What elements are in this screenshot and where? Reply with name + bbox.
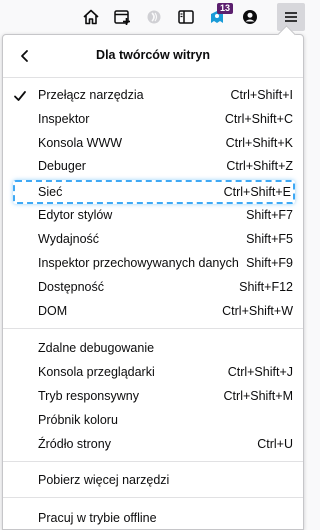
menu-item-label: Sieć <box>38 185 63 199</box>
menu-item-shortcut: Ctrl+Shift+I <box>230 88 293 102</box>
menu-item-shortcut: Shift+F7 <box>246 208 293 222</box>
account-icon[interactable] <box>236 3 264 31</box>
menu-item-shortcut: Ctrl+Shift+J <box>227 365 293 379</box>
menu-item-responsive-mode[interactable]: Tryb responsywny Ctrl+Shift+M <box>3 385 303 408</box>
checkmark-icon <box>13 84 29 107</box>
notification-icon[interactable]: 13 <box>203 3 234 31</box>
menu-item-label: Zdalne debugowanie <box>38 341 155 355</box>
panel-title: Dla twórców witryn <box>96 48 210 62</box>
menu-item-performance[interactable]: Wydajność Shift+F5 <box>3 228 303 251</box>
separator <box>3 328 303 329</box>
web-developer-panel: Dla twórców witryn Przełącz narzędzia Ct… <box>2 25 304 530</box>
menu-item-work-offline[interactable]: Pracuj w trybie offline <box>3 507 303 530</box>
menu-item-storage-inspector[interactable]: Inspektor przechowywanych danych Shift+F… <box>3 252 303 275</box>
menu-item-shortcut: Ctrl+Shift+K <box>225 136 293 150</box>
menu-item-inspector[interactable]: Inspektor Ctrl+Shift+C <box>3 108 303 131</box>
menu-item-label: Konsola WWW <box>38 136 123 150</box>
menu-item-label: Dostępność <box>38 280 105 294</box>
menu-item-debugger[interactable]: Debuger Ctrl+Shift+Z <box>3 155 303 178</box>
menu-item-label: Przełącz narzędzia <box>38 88 144 102</box>
menu-item-shortcut: Ctrl+Shift+M <box>223 389 293 403</box>
menu-item-shortcut: Shift+F12 <box>239 280 293 294</box>
menu-item-label: Pracuj w trybie offline <box>38 511 157 525</box>
menu-item-label: Konsola przeglądarki <box>38 365 155 379</box>
menu-item-eyedropper[interactable]: Próbnik koloru <box>3 409 303 432</box>
menu-item-dom[interactable]: DOM Ctrl+Shift+W <box>3 300 303 323</box>
panel-header: Dla twórców witryn <box>3 35 303 77</box>
menu-item-label: Inspektor <box>38 112 90 126</box>
menu-item-shortcut: Ctrl+U <box>257 437 293 451</box>
extension-icon[interactable] <box>140 3 168 31</box>
menu-item-label: Tryb responsywny <box>38 389 139 403</box>
menu-item-toggle-tools[interactable]: Przełącz narzędzia Ctrl+Shift+I <box>3 84 303 107</box>
notification-badge: 13 <box>217 3 234 14</box>
menu-item-shortcut: Ctrl+Shift+E <box>223 185 291 199</box>
menu-item-shortcut: Shift+F9 <box>246 256 293 270</box>
menu-item-label: Debuger <box>38 159 86 173</box>
menu-item-web-console[interactable]: Konsola WWW Ctrl+Shift+K <box>3 132 303 155</box>
home-icon[interactable] <box>77 3 105 31</box>
menu-item-label: DOM <box>38 304 68 318</box>
menu-item-page-source[interactable]: Źródło strony Ctrl+U <box>3 433 303 456</box>
separator <box>3 461 303 462</box>
menu-item-shortcut: Ctrl+Shift+C <box>224 112 293 126</box>
menu-item-remote-debugging[interactable]: Zdalne debugowanie <box>3 337 303 360</box>
menu-item-label: Próbnik koloru <box>38 413 118 427</box>
menu-item-accessibility[interactable]: Dostępność Shift+F12 <box>3 276 303 299</box>
menu-item-get-more-tools[interactable]: Pobierz więcej narzędzi <box>3 469 303 492</box>
menu-item-shortcut: Shift+F5 <box>246 232 293 246</box>
separator <box>3 497 303 498</box>
menu-item-browser-console[interactable]: Konsola przeglądarki Ctrl+Shift+J <box>3 361 303 384</box>
menu-item-style-editor[interactable]: Edytor stylów Shift+F7 <box>3 204 303 227</box>
menu-item-shortcut: Ctrl+Shift+W <box>222 304 293 318</box>
menu-item-label: Źródło strony <box>38 437 111 451</box>
menu-item-label: Inspektor przechowywanych danych <box>38 256 239 270</box>
menu-item-network[interactable]: Sieć Ctrl+Shift+E <box>13 180 295 204</box>
sidebar-icon[interactable] <box>172 3 200 31</box>
browser-toolbar: 13 <box>0 0 308 34</box>
menu-item-label: Edytor stylów <box>38 208 113 222</box>
menu-item-label: Pobierz więcej narzędzi <box>38 473 170 487</box>
menu-icon[interactable] <box>277 3 305 31</box>
menu-item-shortcut: Ctrl+Shift+Z <box>226 159 293 173</box>
menu-item-label: Wydajność <box>38 232 100 246</box>
separator <box>3 77 303 78</box>
add-tab-icon[interactable] <box>108 3 136 31</box>
